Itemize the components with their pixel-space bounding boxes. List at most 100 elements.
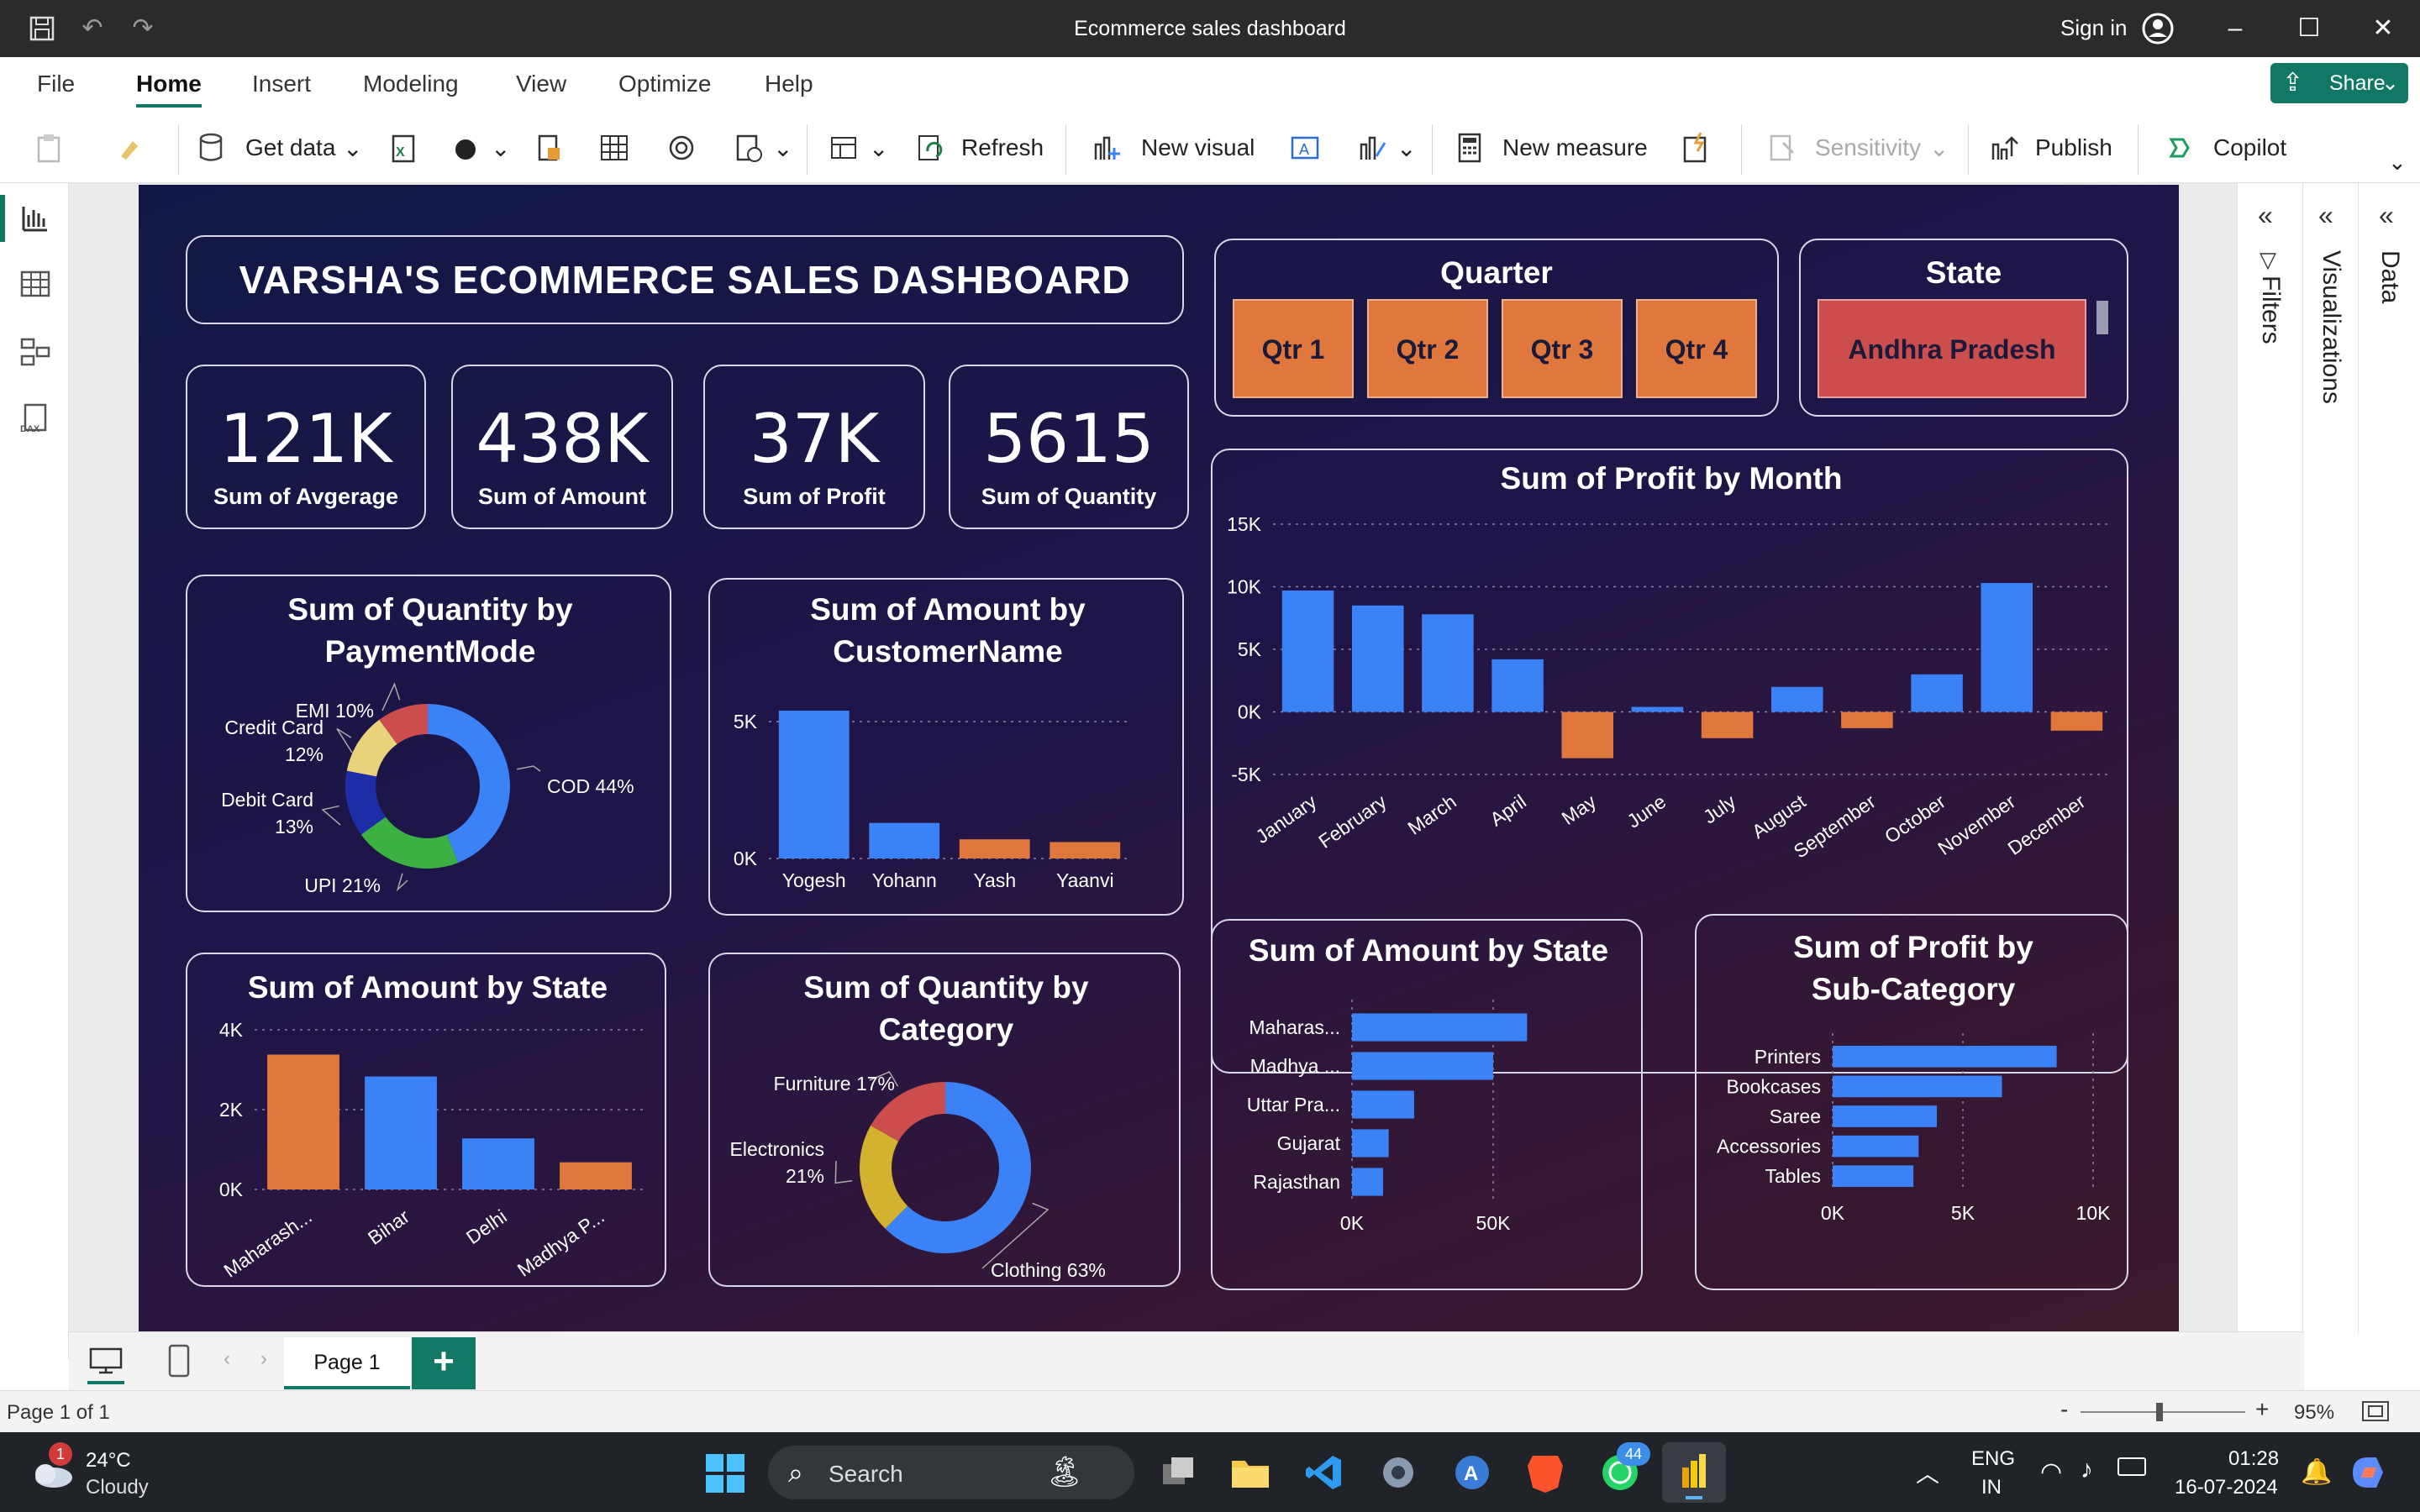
new-visual-button[interactable]: New visual: [1141, 134, 1255, 161]
menu-optimize[interactable]: Optimize: [618, 71, 711, 97]
dataverse-icon[interactable]: [666, 131, 697, 165]
account-icon[interactable]: [2141, 12, 2175, 45]
copilot-button[interactable]: Copilot: [2213, 134, 2286, 161]
file-explorer-icon[interactable]: [1228, 1452, 1272, 1493]
share-button[interactable]: ⇪ Share ⌄: [2270, 63, 2408, 103]
format-painter-icon[interactable]: [114, 131, 146, 165]
language-region[interactable]: IN: [1981, 1476, 2002, 1499]
report-view-icon[interactable]: [18, 202, 52, 235]
wifi-icon[interactable]: ◠: [2040, 1457, 2062, 1487]
power-bi-taskbar-button[interactable]: [1662, 1442, 1726, 1503]
refresh-button[interactable]: Refresh: [961, 134, 1044, 161]
chevron-down-icon[interactable]: ⌄: [773, 134, 792, 162]
kpi-card-quantity[interactable]: 5615 Sum of Quantity: [949, 365, 1189, 529]
language-code[interactable]: ENG: [1971, 1447, 2015, 1471]
refresh-icon[interactable]: [914, 131, 946, 165]
menu-home[interactable]: Home: [136, 71, 202, 97]
new-visual-icon[interactable]: [1091, 131, 1123, 165]
taskbar-search[interactable]: ⌕ Search 🏝: [768, 1446, 1134, 1499]
subcategory-profit-card[interactable]: Sum of Profit by Sub-Category 0K 5K 10K Print…: [1695, 914, 2128, 1290]
collapse-ribbon-icon[interactable]: ⌄: [2388, 150, 2407, 176]
slicer-option-qtr-2[interactable]: Qtr 2: [1367, 299, 1488, 398]
model-view-icon[interactable]: [18, 334, 52, 368]
slicer-option-qtr-3[interactable]: Qtr 3: [1502, 299, 1623, 398]
brave-icon[interactable]: [1526, 1451, 1565, 1494]
enter-data-icon[interactable]: [598, 131, 630, 165]
clock-time[interactable]: 01:28: [2228, 1447, 2279, 1471]
paste-icon[interactable]: [34, 131, 66, 165]
battery-icon[interactable]: [2118, 1457, 2146, 1476]
page-tab-1[interactable]: Page 1: [284, 1337, 410, 1389]
prev-page-icon[interactable]: ‹: [224, 1347, 230, 1371]
chevron-down-icon[interactable]: ⌄: [491, 134, 510, 162]
state-amount-bar-card[interactable]: Sum of Amount by State 0K 50K Maharas... Mad…: [1211, 919, 1643, 1290]
state-amount-column-card[interactable]: Sum of Amount by State 4K 2K 0K Maharash... B…: [186, 953, 666, 1287]
kpi-label: Sum of Amount: [478, 484, 646, 509]
visualizations-pane[interactable]: « Visualizations: [2302, 183, 2358, 1334]
slicer-option-qtr-1[interactable]: Qtr 1: [1233, 299, 1354, 398]
desktop-layout-icon[interactable]: [87, 1344, 124, 1384]
menu-modeling[interactable]: Modeling: [363, 71, 459, 97]
sign-in-link[interactable]: Sign in: [2060, 15, 2128, 41]
menu-insert[interactable]: Insert: [252, 71, 311, 97]
kpi-card-profit[interactable]: 37K Sum of Profit: [703, 365, 925, 529]
recent-sources-icon[interactable]: [733, 131, 765, 165]
kpi-card-amount[interactable]: 438K Sum of Amount: [451, 365, 673, 529]
slicer-option-qtr-4[interactable]: Qtr 4: [1636, 299, 1757, 398]
collapse-icon[interactable]: «: [2318, 200, 2333, 231]
slicer-scrollbar[interactable]: [2096, 301, 2108, 334]
zoom-out-icon[interactable]: -: [2060, 1396, 2068, 1423]
get-data-button[interactable]: Get data: [245, 134, 335, 161]
minimize-icon[interactable]: –: [2210, 12, 2260, 45]
copilot-icon[interactable]: [2163, 131, 2195, 165]
app-store-icon[interactable]: A: [1452, 1452, 1492, 1493]
category-quantity-card[interactable]: Sum of Quantity by Category Clothing 63% El…: [708, 953, 1181, 1287]
dax-query-view-icon[interactable]: DAX: [18, 402, 52, 435]
calculator-icon[interactable]: [1454, 131, 1486, 165]
database-icon[interactable]: [195, 131, 227, 165]
table-view-icon[interactable]: [18, 267, 52, 301]
clock-date[interactable]: 16-07-2024: [2175, 1476, 2278, 1499]
excel-icon[interactable]: X: [388, 131, 420, 165]
text-box-icon[interactable]: A: [1289, 131, 1321, 165]
chevron-down-icon[interactable]: ⌄: [869, 134, 888, 162]
more-visuals-icon[interactable]: [1356, 131, 1388, 165]
chevron-up-icon[interactable]: ︿: [1916, 1456, 1939, 1489]
kpi-card-average[interactable]: 121K Sum of Avgerage: [186, 365, 426, 529]
menu-file[interactable]: File: [37, 71, 75, 97]
menu-help[interactable]: Help: [765, 71, 813, 97]
publish-button[interactable]: Publish: [2035, 134, 2112, 161]
transform-data-icon[interactable]: [829, 131, 860, 165]
chevron-down-icon[interactable]: ⌄: [343, 134, 362, 162]
volume-icon[interactable]: ♪: [2081, 1456, 2093, 1484]
copilot-taskbar-icon[interactable]: [2348, 1452, 2388, 1493]
customer-amount-card[interactable]: Sum of Amount by CustomerName 5K 0K Yogesh Yo…: [708, 578, 1184, 916]
add-page-button[interactable]: +: [412, 1337, 476, 1389]
chevron-down-icon[interactable]: ⌄: [1397, 134, 1416, 162]
slicer-option-andhra-pradesh[interactable]: Andhra Pradesh: [1818, 299, 2086, 398]
task-view-icon[interactable]: [1160, 1454, 1197, 1491]
mobile-layout-icon[interactable]: [166, 1342, 192, 1379]
onelake-icon[interactable]: [450, 131, 482, 165]
new-measure-button[interactable]: New measure: [1502, 134, 1648, 161]
maximize-icon[interactable]: ☐: [2284, 12, 2334, 45]
quick-measure-icon[interactable]: [1679, 131, 1711, 165]
start-icon[interactable]: [704, 1452, 746, 1494]
settings-icon[interactable]: [1378, 1452, 1418, 1493]
menu-view[interactable]: View: [516, 71, 566, 97]
publish-icon[interactable]: [1988, 131, 2020, 165]
close-icon[interactable]: ✕: [2358, 12, 2408, 45]
zoom-slider[interactable]: [2081, 1411, 2245, 1413]
payment-mode-card[interactable]: Sum of Quantity by PaymentMode COD 44% UPI …: [186, 575, 671, 912]
sql-icon[interactable]: [533, 131, 565, 165]
zoom-slider-thumb[interactable]: [2156, 1403, 2163, 1421]
data-pane[interactable]: « Data: [2358, 183, 2420, 1334]
collapse-icon[interactable]: «: [2258, 200, 2273, 231]
zoom-in-icon[interactable]: +: [2255, 1396, 2269, 1423]
vscode-icon[interactable]: [1304, 1452, 1344, 1493]
fit-to-page-icon[interactable]: [2361, 1399, 2390, 1423]
filters-pane[interactable]: « ▽ Filters: [2237, 183, 2302, 1334]
notification-bell-icon[interactable]: 🔔: [2301, 1457, 2332, 1487]
collapse-icon[interactable]: «: [2379, 200, 2394, 231]
next-page-icon[interactable]: ›: [260, 1347, 267, 1371]
